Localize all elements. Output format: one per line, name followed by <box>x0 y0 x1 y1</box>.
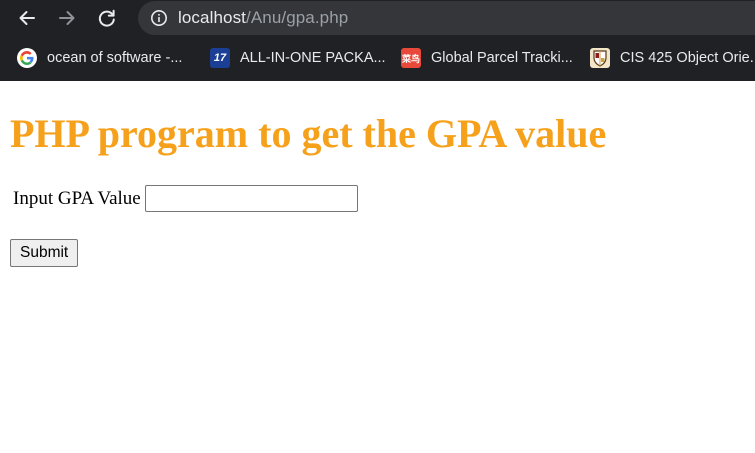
bookmark-label: Global Parcel Tracki... <box>431 50 573 66</box>
bookmark-all-in-one-package[interactable]: 17 ALL-IN-ONE PACKA... <box>210 48 390 68</box>
17track-icon: 17 <box>210 48 230 68</box>
arrow-right-icon <box>59 11 75 25</box>
reload-button[interactable] <box>94 5 120 31</box>
browser-toolbar: localhost/Anu/gpa.php <box>0 0 755 36</box>
gpa-label: Input GPA Value <box>13 187 141 209</box>
cainiao-icon: 菜鸟 <box>401 48 421 68</box>
bookmark-label: ocean of software -... <box>47 50 183 66</box>
page-title: PHP program to get the GPA value <box>10 111 607 156</box>
address-bar[interactable]: localhost/Anu/gpa.php <box>138 1 755 35</box>
back-button[interactable] <box>14 5 40 31</box>
url-text[interactable]: localhost/Anu/gpa.php <box>178 8 348 28</box>
arrow-left-icon <box>19 11 35 25</box>
shield-icon <box>590 48 610 68</box>
bookmark-ocean-of-software[interactable]: ocean of software -... <box>17 48 187 68</box>
url-path: /Anu/gpa.php <box>246 8 349 27</box>
browser-chrome: localhost/Anu/gpa.php ocean of software … <box>0 0 755 81</box>
bookmark-cis-425[interactable]: CIS 425 Object Orie... <box>590 48 755 68</box>
forward-button[interactable] <box>54 5 80 31</box>
submit-button[interactable]: Submit <box>10 239 79 267</box>
gpa-form: Input GPA Value <box>13 185 358 212</box>
bookmark-label: CIS 425 Object Orie... <box>620 50 755 66</box>
url-host: localhost <box>178 8 246 27</box>
reload-icon <box>98 9 115 27</box>
bookmark-global-parcel-tracking[interactable]: 菜鸟 Global Parcel Tracki... <box>401 48 579 68</box>
bookmarks-bar: ocean of software -... 17 ALL-IN-ONE PAC… <box>0 45 755 71</box>
gpa-input[interactable] <box>144 185 358 212</box>
bookmark-label: ALL-IN-ONE PACKA... <box>240 50 386 66</box>
google-icon <box>17 48 37 68</box>
info-icon[interactable] <box>150 9 168 27</box>
